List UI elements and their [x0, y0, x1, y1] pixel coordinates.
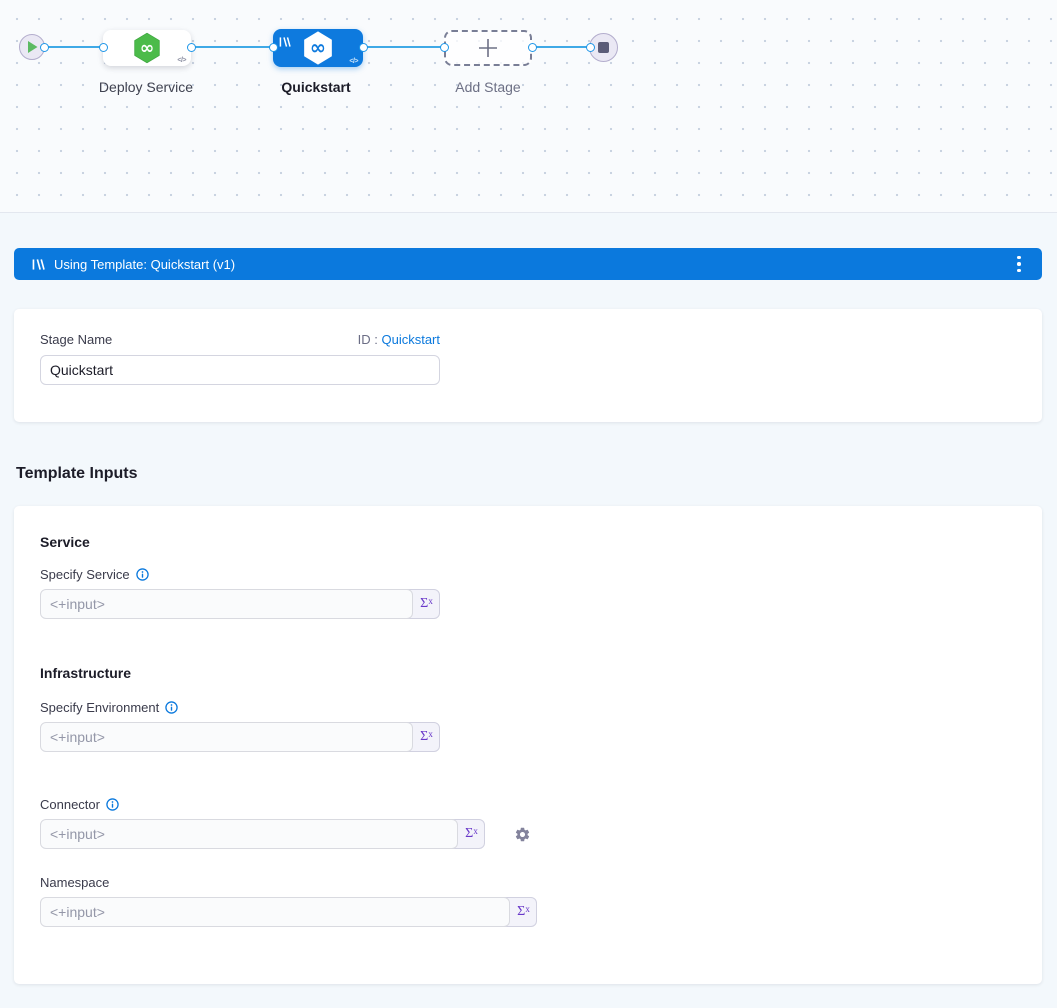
template-badge-icon [279, 34, 291, 52]
field-specify-environment: Specify Environment Σx [40, 700, 1042, 752]
pipeline-canvas[interactable]: ∞ </> ∞ </> Deplo [0, 0, 1057, 213]
port-end-in[interactable] [586, 43, 595, 52]
sigma-sup: x [428, 596, 433, 606]
svg-text:∞: ∞ [310, 36, 326, 59]
sigma-icon: Σ [420, 596, 428, 612]
gear-icon [514, 826, 531, 843]
edge-deploy-quickstart [192, 46, 273, 48]
stage-name-label: Stage Name [40, 332, 112, 347]
field-namespace: Namespace Σx [40, 875, 1042, 927]
edge-start-deploy [45, 46, 103, 48]
kebab-dot [1017, 262, 1021, 266]
sigma-sup: x [473, 826, 478, 836]
code-view-icon[interactable]: </> [177, 57, 186, 64]
port-add-out[interactable] [528, 43, 537, 52]
specify-service-input[interactable] [40, 589, 413, 619]
template-banner-text: Using Template: Quickstart (v1) [54, 257, 1012, 272]
template-inputs-card: Service Specify Service Σx [14, 506, 1042, 984]
connector-settings-button[interactable] [514, 826, 531, 843]
field-connector: Connector Σx [40, 797, 1042, 849]
stage-edit-panel: Using Template: Quickstart (v1) Stage Na… [0, 213, 1057, 984]
code-view-icon[interactable]: </> [349, 58, 358, 65]
sigma-icon: Σ [465, 826, 473, 842]
connector-input[interactable] [40, 819, 458, 849]
field-label-specify-environment: Specify Environment [40, 700, 159, 715]
stage-id-link[interactable]: Quickstart [381, 332, 440, 347]
stage-id-line: ID : Quickstart [358, 332, 440, 347]
sigma-sup: x [525, 904, 530, 914]
stage-node-quickstart[interactable]: ∞ </> [273, 29, 363, 67]
stage-node-deploy-service[interactable]: ∞ </> [103, 30, 191, 66]
template-banner: Using Template: Quickstart (v1) [14, 248, 1042, 280]
svg-text:∞: ∞ [140, 39, 154, 59]
play-icon [28, 41, 38, 53]
port-quickstart-in[interactable] [269, 43, 278, 52]
stage-label-add-stage: Add Stage [455, 79, 520, 95]
plus-icon [477, 37, 499, 59]
add-stage-button[interactable] [444, 30, 532, 66]
stage-label-quickstart: Quickstart [281, 79, 350, 95]
namespace-input[interactable] [40, 897, 510, 927]
sigma-sup: x [428, 729, 433, 739]
template-inputs-title: Template Inputs [16, 465, 1042, 483]
info-icon[interactable] [136, 568, 149, 581]
port-start-out[interactable] [40, 43, 49, 52]
stage-name-card: Stage Name ID : Quickstart [14, 309, 1042, 422]
stage-label-deploy-service: Deploy Service [99, 79, 193, 95]
kebab-dot [1017, 256, 1021, 260]
port-quickstart-out[interactable] [359, 43, 368, 52]
port-add-in[interactable] [440, 43, 449, 52]
sigma-icon: Σ [517, 904, 525, 920]
section-heading-infrastructure: Infrastructure [40, 665, 1042, 681]
sigma-icon: Σ [420, 729, 428, 745]
template-options-menu-button[interactable] [1012, 254, 1026, 275]
stop-icon [598, 42, 609, 53]
port-deploy-in[interactable] [99, 43, 108, 52]
edge-add-end [532, 46, 590, 48]
stage-name-input[interactable] [40, 355, 440, 385]
section-heading-service: Service [40, 534, 1042, 550]
info-icon[interactable] [106, 798, 119, 811]
field-label-specify-service: Specify Service [40, 567, 130, 582]
kebab-dot [1017, 269, 1021, 273]
info-icon[interactable] [165, 701, 178, 714]
field-specify-service: Specify Service Σx [40, 567, 1042, 619]
port-deploy-out[interactable] [187, 43, 196, 52]
stage-id-prefix: ID : [358, 332, 378, 347]
cd-stage-icon-selected: ∞ [301, 30, 335, 66]
cd-stage-icon: ∞ [132, 32, 162, 64]
specify-environment-input[interactable] [40, 722, 413, 752]
field-label-namespace: Namespace [40, 875, 109, 890]
field-label-connector: Connector [40, 797, 100, 812]
edge-quickstart-add [363, 46, 444, 48]
template-icon [32, 259, 45, 270]
